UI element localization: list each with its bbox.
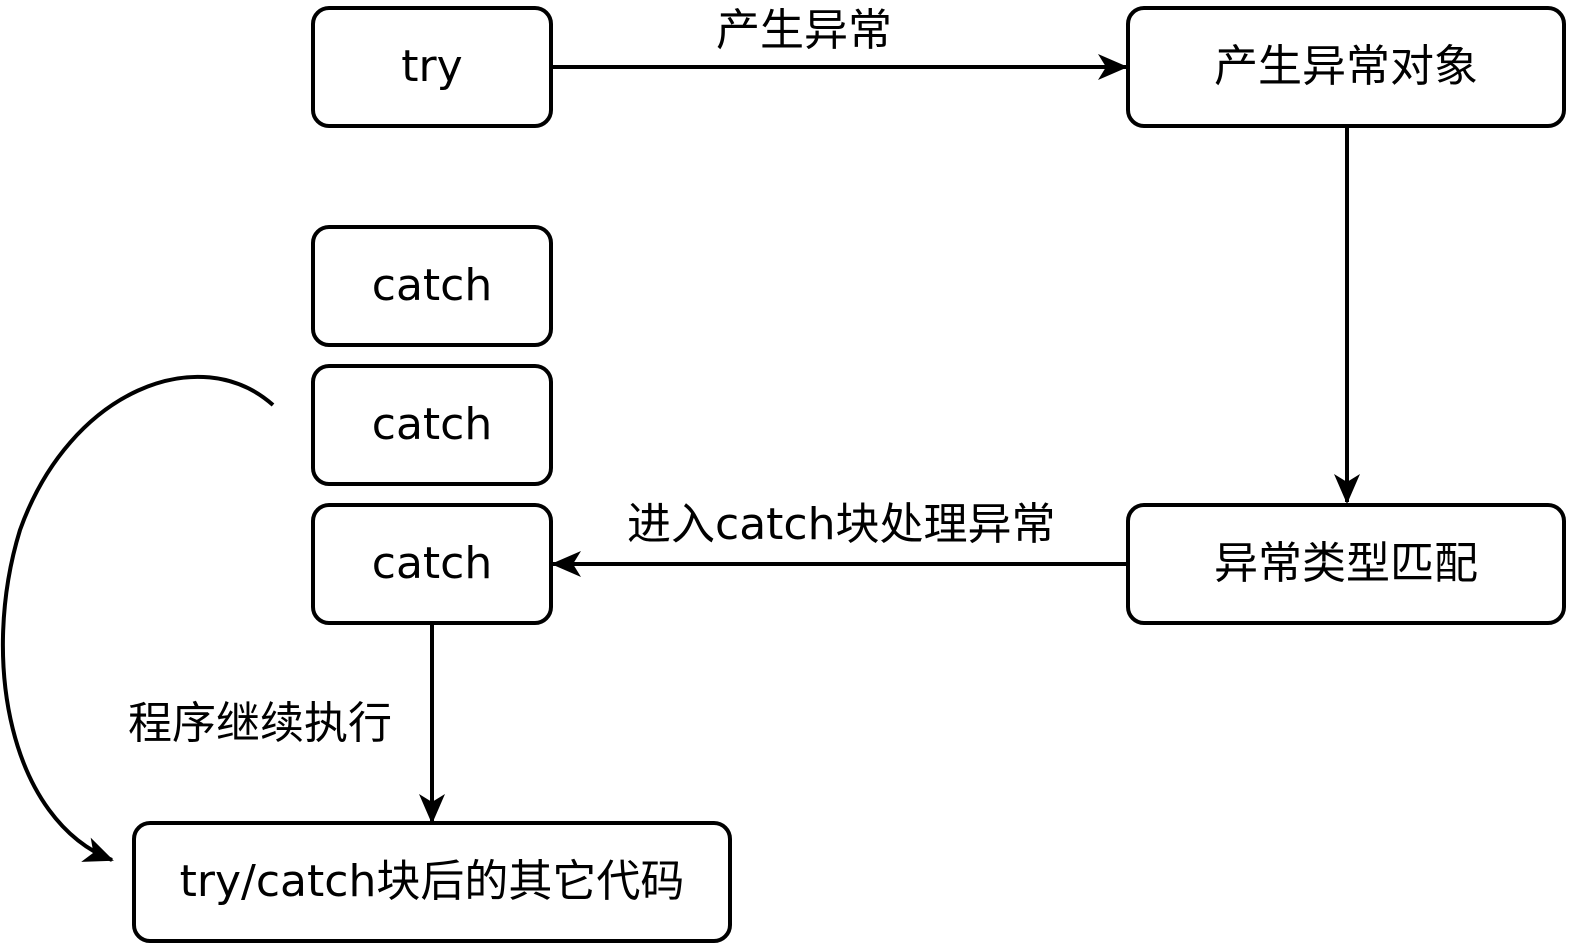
type-match-label: 异常类型匹配 [1214, 538, 1478, 589]
catch-label-2: catch [371, 399, 493, 450]
type-match-block: 异常类型匹配 [1126, 503, 1566, 625]
catch-block-3: catch [311, 503, 553, 625]
curved-arrow-to-after-code [0, 374, 275, 862]
exception-object-block: 产生异常对象 [1126, 6, 1566, 128]
throw-edge-label: 产生异常 [716, 5, 892, 56]
catch-block-1: catch [311, 225, 553, 347]
exception-object-label: 产生异常对象 [1214, 41, 1478, 92]
continue-edge-label: 程序继续执行 [128, 698, 392, 749]
enter-catch-edge-label: 进入catch块处理异常 [627, 499, 1056, 550]
try-block: try [311, 6, 553, 128]
after-code-label: try/catch块后的其它代码 [179, 856, 685, 907]
connectors [0, 54, 1360, 862]
catch-label-3: catch [371, 538, 493, 589]
catch-label-1: catch [371, 260, 493, 311]
after-code-block: try/catch块后的其它代码 [132, 821, 732, 943]
try-label: try [401, 41, 463, 92]
catch-block-2: catch [311, 364, 553, 486]
